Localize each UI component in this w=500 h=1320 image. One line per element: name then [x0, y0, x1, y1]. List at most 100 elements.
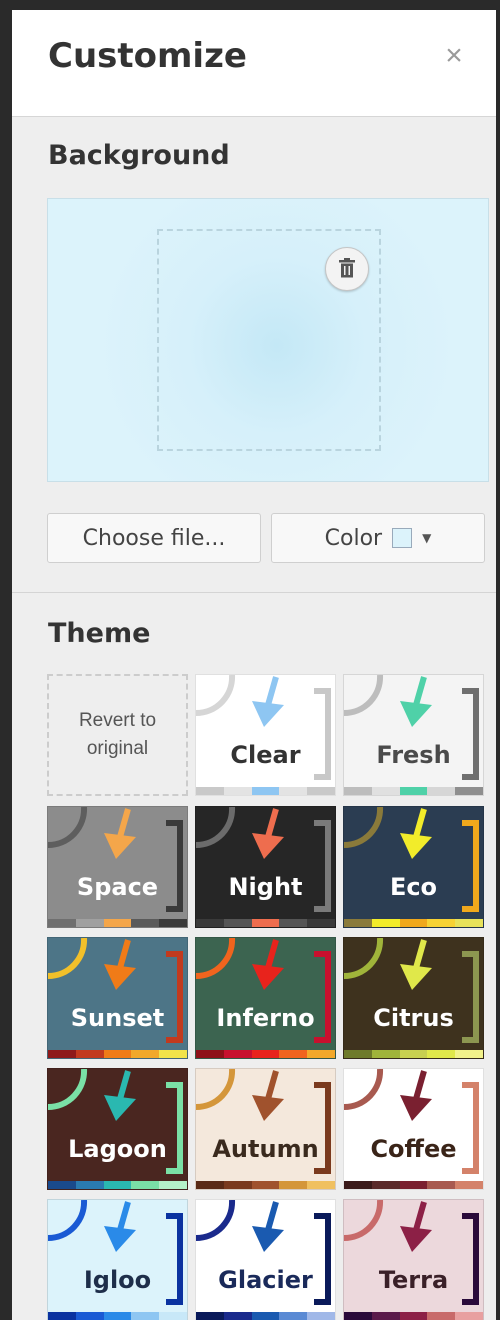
strip-color: [344, 1312, 372, 1320]
arc-shape: [344, 807, 384, 849]
theme-preview-art: [196, 675, 331, 780]
theme-tile-terra[interactable]: Terra: [343, 1199, 484, 1320]
strip-color: [223, 1312, 252, 1320]
strip-color: [159, 1181, 187, 1189]
arc-shape: [48, 1069, 88, 1111]
strip-color: [196, 1312, 224, 1320]
theme-tile-glacier[interactable]: Glacier: [195, 1199, 336, 1320]
arc-shape: [196, 1200, 236, 1242]
theme-tile-eco[interactable]: Eco: [343, 806, 484, 928]
strip-color: [427, 1050, 456, 1058]
strip-color: [399, 1181, 428, 1189]
panel-title: Customize: [48, 36, 247, 76]
strip-color: [131, 919, 160, 927]
theme-color-strip: [344, 1312, 483, 1320]
strip-color: [427, 1181, 456, 1189]
theme-color-strip: [48, 1181, 187, 1189]
arrow-down-icon: [400, 1070, 432, 1121]
strip-color: [251, 919, 280, 927]
theme-preview-art: [344, 675, 479, 780]
theme-color-strip: [344, 787, 483, 795]
strip-color: [344, 1050, 372, 1058]
theme-tile-coffee[interactable]: Coffee: [343, 1068, 484, 1190]
strip-color: [427, 1312, 456, 1320]
revert-to-original-button[interactable]: Revert to original: [47, 674, 188, 796]
theme-color-strip: [196, 1181, 335, 1189]
theme-tile-label: Autumn: [212, 1135, 319, 1163]
color-swatch: [392, 528, 413, 548]
theme-tile-label: Lagoon: [68, 1135, 167, 1163]
strip-color: [307, 1050, 335, 1058]
strip-color: [279, 1181, 308, 1189]
theme-tile-fresh[interactable]: Fresh: [343, 674, 484, 796]
trash-icon[interactable]: [325, 247, 369, 291]
arc-shape: [48, 807, 88, 849]
theme-color-strip: [48, 1050, 187, 1058]
theme-preview-art: [196, 938, 331, 1043]
strip-color: [48, 1181, 76, 1189]
theme-tile-label: Glacier: [218, 1266, 313, 1294]
theme-tile-citrus[interactable]: Citrus: [343, 937, 484, 1059]
arrow-down-icon: [400, 676, 432, 727]
theme-tile-igloo[interactable]: Igloo: [47, 1199, 188, 1320]
theme-preview-art: [344, 807, 479, 912]
strip-color: [159, 919, 187, 927]
theme-tile-label: Inferno: [216, 1004, 315, 1032]
arrow-down-icon: [252, 1201, 284, 1252]
theme-preview-art: [196, 1069, 331, 1174]
strip-color: [371, 787, 400, 795]
strip-color: [427, 787, 456, 795]
arrow-down-icon: [252, 808, 284, 859]
theme-color-strip: [344, 919, 483, 927]
close-icon[interactable]: ×: [438, 40, 470, 72]
strip-color: [48, 919, 76, 927]
theme-tile-night[interactable]: Night: [195, 806, 336, 928]
theme-preview-art: [344, 938, 479, 1043]
strip-color: [455, 919, 483, 927]
strip-color: [371, 919, 400, 927]
strip-color: [399, 787, 428, 795]
theme-preview-art: [344, 1069, 479, 1174]
theme-preview-art: [196, 807, 331, 912]
arrow-down-icon: [400, 939, 432, 990]
theme-tile-lagoon[interactable]: Lagoon: [47, 1068, 188, 1190]
strip-color: [279, 787, 308, 795]
theme-preview-art: [48, 807, 183, 912]
revert-label-line1: Revert to: [78, 710, 157, 731]
theme-preview-art: [344, 1200, 479, 1305]
background-preview[interactable]: [47, 198, 489, 482]
theme-tile-sunset[interactable]: Sunset: [47, 937, 188, 1059]
theme-tile-clear[interactable]: Clear: [195, 674, 336, 796]
theme-preview-art: [196, 1200, 331, 1305]
theme-color-strip: [196, 1312, 335, 1320]
theme-color-strip: [48, 919, 187, 927]
strip-color: [223, 1181, 252, 1189]
panel-header: Customize ×: [12, 10, 496, 117]
theme-tile-space[interactable]: Space: [47, 806, 188, 928]
strip-color: [75, 1312, 104, 1320]
theme-color-strip: [196, 919, 335, 927]
theme-tile-label: Terra: [378, 1266, 449, 1294]
strip-color: [279, 1050, 308, 1058]
strip-color: [455, 1181, 483, 1189]
strip-color: [399, 1312, 428, 1320]
color-dropdown-button[interactable]: Color ▼: [271, 513, 485, 563]
theme-tile-label: Clear: [230, 741, 301, 769]
theme-tile-inferno[interactable]: Inferno: [195, 937, 336, 1059]
arc-shape: [196, 938, 236, 980]
strip-color: [103, 919, 132, 927]
strip-color: [75, 1181, 104, 1189]
section-divider: [12, 592, 496, 593]
theme-tile-autumn[interactable]: Autumn: [195, 1068, 336, 1190]
strip-color: [371, 1181, 400, 1189]
strip-color: [131, 1312, 160, 1320]
strip-color: [75, 919, 104, 927]
theme-color-strip: [48, 1312, 187, 1320]
choose-file-button[interactable]: Choose file...: [47, 513, 261, 563]
strip-color: [307, 1312, 335, 1320]
strip-color: [307, 787, 335, 795]
arrow-down-icon: [104, 1201, 136, 1252]
strip-color: [251, 1181, 280, 1189]
strip-color: [251, 787, 280, 795]
strip-color: [251, 1312, 280, 1320]
